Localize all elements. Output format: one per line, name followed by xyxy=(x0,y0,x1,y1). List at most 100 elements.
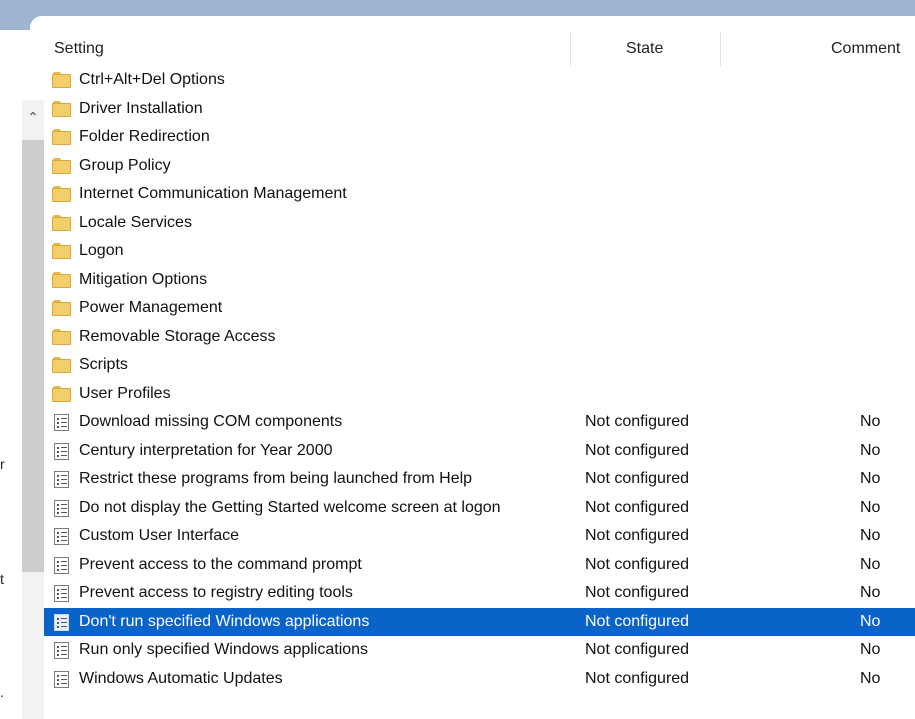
row-state: Not configured xyxy=(585,641,690,658)
row-state: Not configured xyxy=(585,470,690,487)
row-comment: No xyxy=(860,555,881,573)
left-pane-text-fragment: t xyxy=(0,571,4,587)
row-name: Restrict these programs from being launc… xyxy=(79,470,473,487)
setting-row[interactable]: Custom User Interface Not configured No xyxy=(44,522,915,551)
row-state: Not configured xyxy=(585,527,690,544)
row-name: User Profiles xyxy=(79,384,171,402)
setting-row[interactable]: Century interpretation for Year 2000 Not … xyxy=(44,437,915,466)
row-name: Prevent access to the command prompt xyxy=(79,555,362,573)
row-comment: No xyxy=(860,641,881,658)
row-comment: No xyxy=(860,498,881,516)
row-state: Not configured xyxy=(585,413,690,430)
row-name: Power Management xyxy=(79,299,223,316)
policy-setting-icon xyxy=(52,499,71,517)
title-strip-edge xyxy=(30,16,915,30)
row-name: Don't run specified Windows applications xyxy=(79,612,370,630)
row-name: Century interpretation for Year 2000 xyxy=(79,441,333,459)
setting-row[interactable]: Run only specified Windows applications N… xyxy=(44,636,915,665)
setting-row[interactable]: Restrict these programs from being launc… xyxy=(44,465,915,494)
row-comment: No xyxy=(860,669,881,687)
column-divider[interactable] xyxy=(570,32,571,66)
vertical-scrollbar[interactable]: ⌃ xyxy=(22,100,44,719)
folder-icon xyxy=(52,357,71,373)
row-name: Group Policy xyxy=(79,156,171,174)
row-name: Do not display the Getting Started welco… xyxy=(79,498,501,516)
folder-row[interactable]: Folder Redirection xyxy=(44,123,915,152)
policy-setting-icon xyxy=(52,670,71,688)
folder-row[interactable]: Ctrl+Alt+Del Options xyxy=(44,66,915,95)
folder-row[interactable]: Mitigation Options xyxy=(44,266,915,295)
row-comment: No xyxy=(860,470,881,487)
folder-row[interactable]: User Profiles xyxy=(44,380,915,409)
folder-row[interactable]: Logon xyxy=(44,237,915,266)
folder-icon xyxy=(52,129,71,145)
row-comment: No xyxy=(860,441,881,459)
row-name: Logon xyxy=(79,242,124,259)
row-name: Download missing COM components xyxy=(79,413,343,430)
policy-setting-icon xyxy=(52,642,71,659)
setting-row[interactable]: Prevent access to the command prompt Not … xyxy=(44,551,915,580)
folder-icon xyxy=(52,300,71,316)
row-name: Scripts xyxy=(79,356,128,373)
left-pane-text-fragment: r xyxy=(0,456,5,472)
folder-icon xyxy=(52,186,71,202)
row-name: Folder Redirection xyxy=(79,128,210,145)
row-state: Not configured xyxy=(585,669,690,687)
row-name: Windows Automatic Updates xyxy=(79,669,283,687)
row-name: Mitigation Options xyxy=(79,270,208,288)
policy-setting-icon xyxy=(52,585,71,602)
scrollbar-thumb[interactable] xyxy=(22,140,44,572)
row-name: Prevent access to registry editing tools xyxy=(79,584,353,601)
setting-row[interactable]: Download missing COM components Not confi… xyxy=(44,408,915,437)
row-name: Custom User Interface xyxy=(79,527,240,544)
folder-row[interactable]: Locale Services xyxy=(44,209,915,238)
column-header-state[interactable]: State xyxy=(626,30,663,68)
row-comment: No xyxy=(860,584,881,601)
row-name: Internet Communication Management xyxy=(79,185,347,202)
row-comment: No xyxy=(860,612,881,630)
row-name: Driver Installation xyxy=(79,99,203,117)
column-header-row: Setting State Comment xyxy=(44,30,915,68)
folder-row[interactable]: Removable Storage Access xyxy=(44,323,915,352)
row-state: Not configured xyxy=(585,612,690,630)
column-divider[interactable] xyxy=(720,32,721,66)
setting-row[interactable]: Do not display the Getting Started welco… xyxy=(44,494,915,523)
folder-icon xyxy=(52,214,71,231)
folder-icon xyxy=(52,243,71,259)
folder-row[interactable]: Internet Communication Management xyxy=(44,180,915,209)
row-name: Run only specified Windows applications xyxy=(79,641,369,658)
row-name: Locale Services xyxy=(79,213,192,231)
settings-list-view: Setting State Comment Ctrl+Alt+Del Optio… xyxy=(44,30,915,719)
row-state: Not configured xyxy=(585,584,690,601)
row-state: Not configured xyxy=(585,441,690,459)
chevron-up-icon[interactable]: ⌃ xyxy=(22,106,44,128)
folder-icon xyxy=(52,385,71,402)
row-comment: No xyxy=(860,527,881,544)
policy-setting-icon xyxy=(52,442,71,460)
setting-row[interactable]: Windows Automatic Updates Not configured N… xyxy=(44,665,915,694)
setting-row[interactable]: Don't run specified Windows applications… xyxy=(44,607,915,636)
setting-row[interactable]: Prevent access to registry editing tools… xyxy=(44,579,915,608)
row-name: Removable Storage Access xyxy=(79,327,276,345)
folder-icon xyxy=(52,271,71,288)
policy-setting-icon xyxy=(52,414,71,431)
folder-row[interactable]: Scripts xyxy=(44,351,915,380)
policy-setting-icon xyxy=(52,528,71,545)
left-tree-pane: r t . xyxy=(0,30,22,719)
column-header-comment[interactable]: Comment xyxy=(831,30,900,68)
row-name: Ctrl+Alt+Del Options xyxy=(79,71,225,88)
policy-setting-icon xyxy=(52,613,71,631)
folder-row[interactable]: Group Policy xyxy=(44,152,915,181)
left-pane-text-fragment: . xyxy=(0,684,4,700)
policy-setting-icon xyxy=(52,556,71,574)
policy-setting-icon xyxy=(52,471,71,488)
folder-row[interactable]: Driver Installation xyxy=(44,95,915,124)
folder-icon xyxy=(52,328,71,345)
column-header-setting[interactable]: Setting xyxy=(54,30,104,68)
row-state: Not configured xyxy=(585,498,690,516)
row-state: Not configured xyxy=(585,555,690,573)
folder-row[interactable]: Power Management xyxy=(44,294,915,323)
row-comment: No xyxy=(860,413,881,430)
folder-icon xyxy=(52,72,71,88)
folder-icon xyxy=(52,157,71,174)
